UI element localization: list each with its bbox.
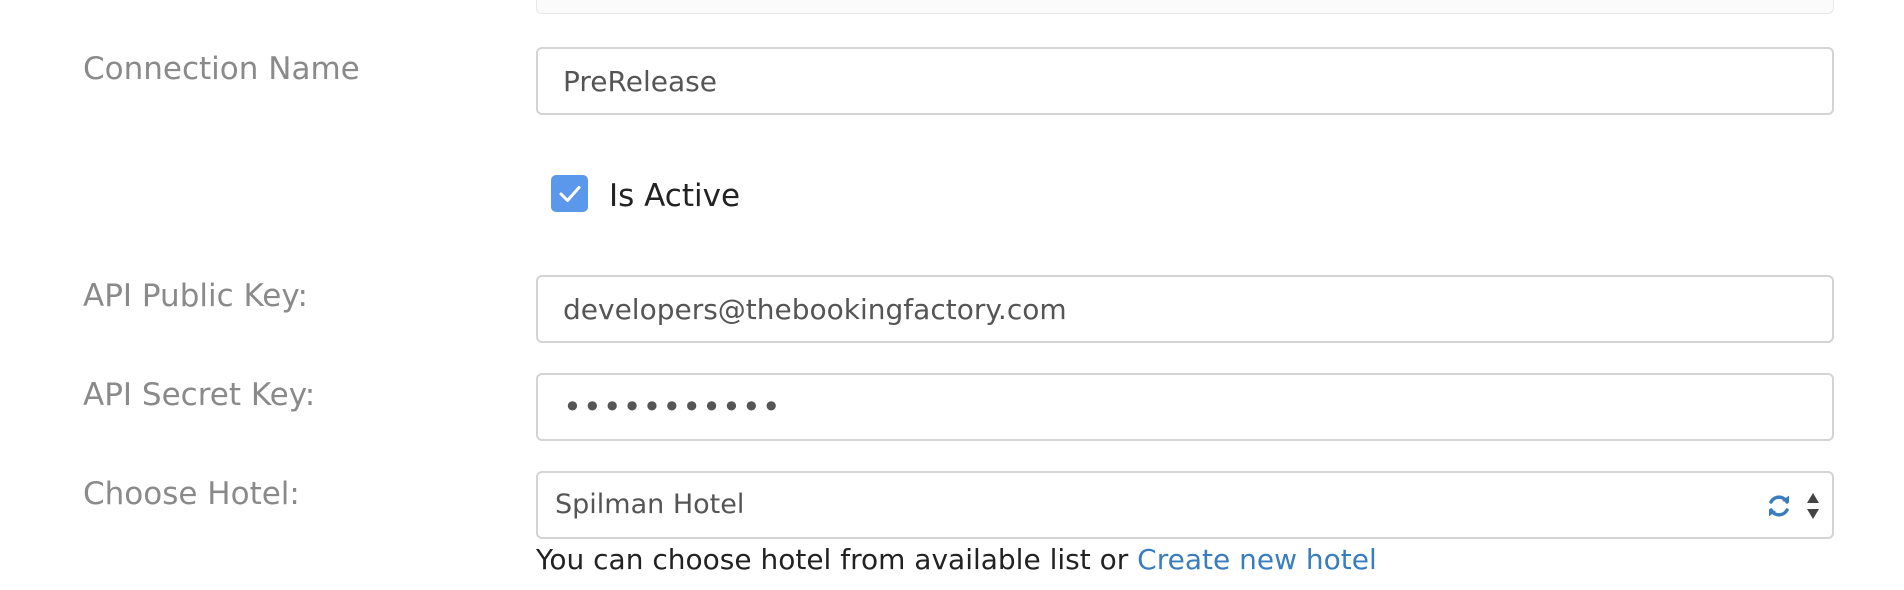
create-new-hotel-link[interactable]: Create new hotel xyxy=(1137,543,1377,576)
api-secret-key-label: API Secret Key: xyxy=(83,377,316,413)
api-public-key-input[interactable] xyxy=(536,275,1834,343)
connection-name-input[interactable] xyxy=(536,47,1834,115)
hotel-help-message: You can choose hotel from available list… xyxy=(536,543,1138,576)
choose-hotel-label: Choose Hotel: xyxy=(83,476,300,512)
previous-field-edge xyxy=(536,0,1834,14)
is-active-checkbox[interactable] xyxy=(551,175,588,212)
is-active-label: Is Active xyxy=(609,178,741,214)
api-secret-key-input[interactable] xyxy=(536,373,1834,441)
api-public-key-label: API Public Key: xyxy=(83,278,308,314)
hotel-help-text: You can choose hotel from available list… xyxy=(536,540,1377,580)
select-arrows-icon xyxy=(1807,493,1819,519)
connection-name-label: Connection Name xyxy=(83,51,360,87)
hotel-select[interactable]: Spilman Hotel xyxy=(536,471,1834,539)
checkmark-icon xyxy=(559,185,580,202)
hotel-select-value: Spilman Hotel xyxy=(555,489,745,520)
refresh-icon[interactable] xyxy=(1766,493,1792,519)
